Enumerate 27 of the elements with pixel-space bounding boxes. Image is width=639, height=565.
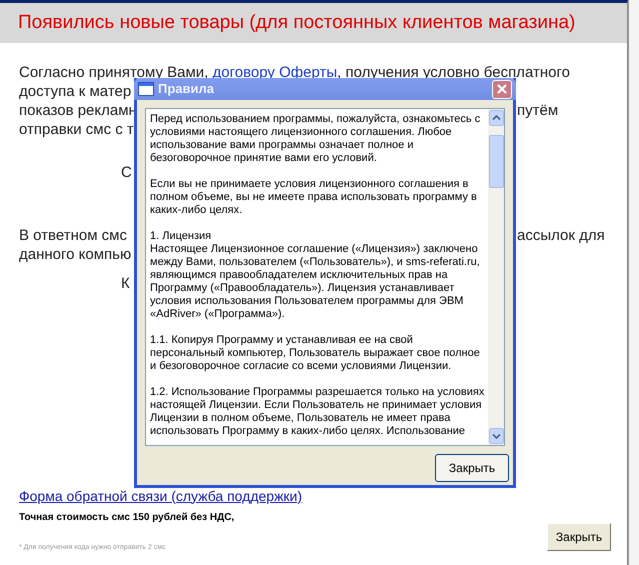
window-icon xyxy=(138,82,154,96)
dialog-title: Правила xyxy=(158,80,215,98)
license-paragraph: Если вы не принимаете условия лицензионного соглашения в полном объеме, вы не имеете права использовать программу в каких-либо целях. xyxy=(150,178,478,217)
body-text: доступа к матер xyxy=(19,82,132,101)
close-icon[interactable] xyxy=(492,80,512,98)
scroll-thumb[interactable] xyxy=(488,135,504,188)
support-link[interactable]: Форма обратной связи (служба поддержки) xyxy=(19,486,302,506)
body-text: К xyxy=(121,274,130,293)
dialog-close-button[interactable]: Закрыть xyxy=(435,454,509,482)
license-paragraph: 1. Лицензия Настоящее Лицензионное соглашение («Лицензия») заключено между Вами, пользователем («Пользователь»), и sms-referati.ru, являющимся правообладателем исключительных прав на Программу («Правообладатель»). Лицензия устанавливает условия использования Пользователем программы для ЭВМ «AdRiver» («Программа»). xyxy=(150,230,481,321)
body-text: ассылок для xyxy=(517,226,605,245)
body-text: показов рекламн xyxy=(19,101,137,120)
body-text: отправки смс с т xyxy=(19,120,134,139)
body-text: В ответном смс xyxy=(19,226,127,245)
scroll-up-icon[interactable] xyxy=(488,110,504,126)
close-button[interactable]: Закрыть xyxy=(547,523,611,551)
body-text: данного компью xyxy=(19,245,132,264)
scrollbar[interactable] xyxy=(488,109,504,445)
license-paragraph: Перед использованием программы, пожалуйста, ознакомьтесь с условиями настоящего лицензионного соглашения. Любое использование вами программы означает полное и безоговорочное принятие вами его условий. xyxy=(150,113,482,165)
license-paragraph: 1.2. Использование Программы разрешается только на условиях настоящей Лицензии. Если Пользователь не принимает условия Лицензии в полном объеме, Пользователь не имеет права использовать Программу в каких-либо целях. Использование xyxy=(150,386,486,438)
page-title: Появились новые товары (для постоянных клиентов магазина) xyxy=(18,10,576,35)
body-text: путём xyxy=(517,101,558,120)
body-text: С xyxy=(121,163,132,182)
license-paragraph: 1.1. Копируя Программу и устанавливая ее на свой персональный компьютер, Пользователь выражает свое полное и безоговорочное согласие со всеми условиями Лицензии. xyxy=(150,334,481,373)
scroll-down-icon[interactable] xyxy=(488,428,504,444)
offer-link[interactable]: договору Оферты xyxy=(212,64,338,81)
price-note: Точная стоимость смс 150 рублей без НДС, xyxy=(19,510,236,524)
